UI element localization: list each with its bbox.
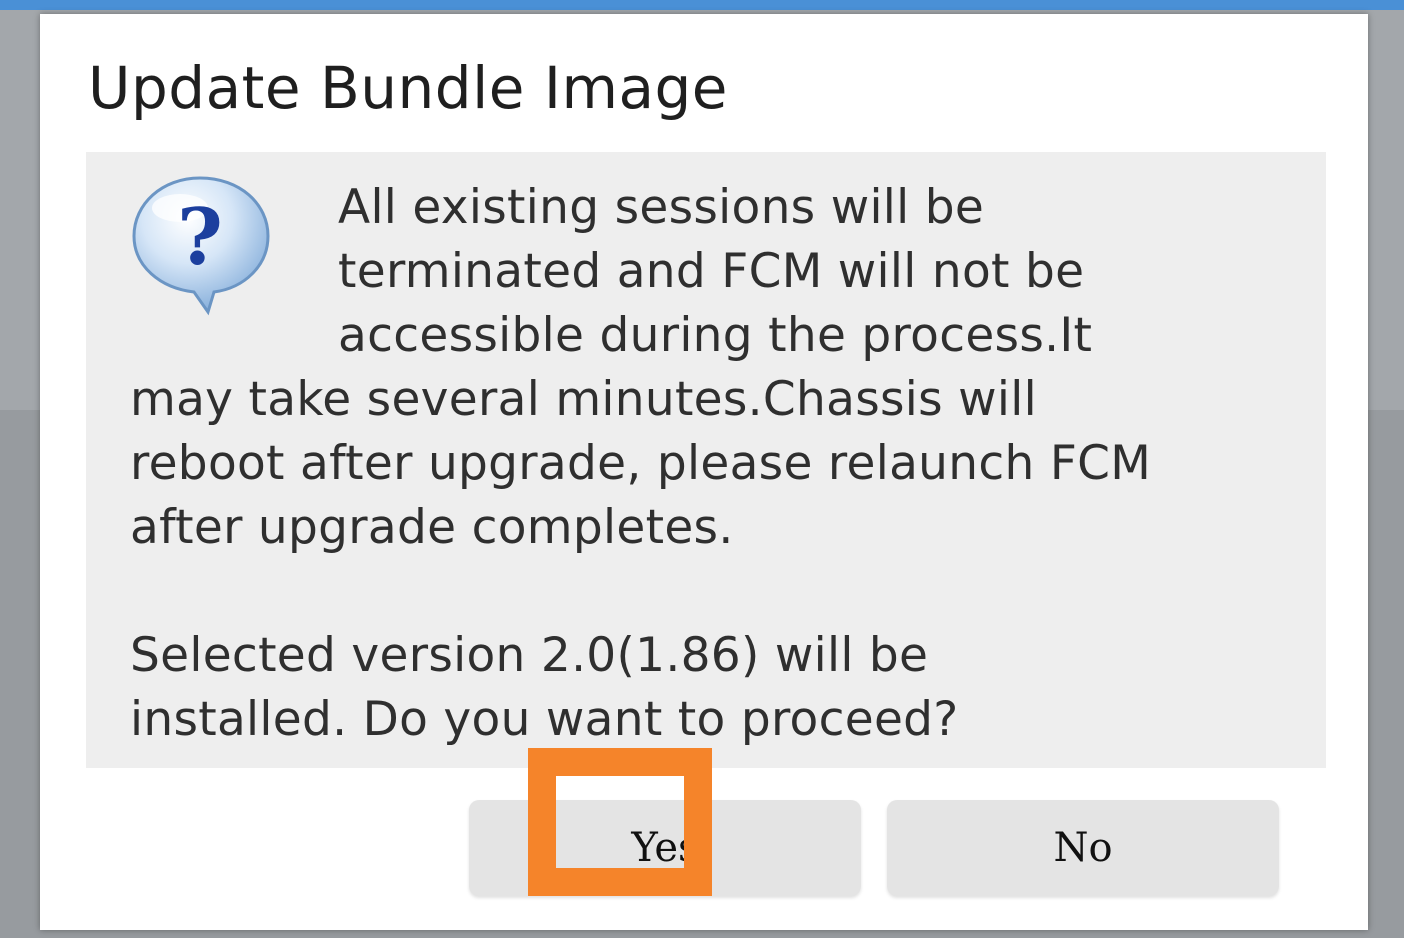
message-line: All existing sessions will be: [338, 180, 985, 235]
dialog-button-bar: Yes No: [40, 784, 1368, 904]
yes-button[interactable]: Yes: [469, 800, 861, 896]
message-line: after upgrade completes.: [130, 500, 734, 555]
svg-text:?: ?: [177, 192, 223, 283]
dialog-title: Update Bundle Image: [88, 54, 728, 122]
question-bubble-icon: ?: [128, 172, 272, 318]
message-line: reboot after upgrade, please relaunch FC…: [130, 436, 1152, 491]
message-line: may take several minutes.Chassis will: [130, 372, 1037, 427]
message-line: installed. Do you want to proceed?: [130, 692, 959, 747]
message-line: accessible during the process.It: [338, 308, 1093, 363]
message-line: Selected version 2.0(1.86) will be: [130, 628, 929, 683]
background-header-bar: [0, 0, 1404, 10]
message-panel: ? All existing sessions will be terminat…: [86, 152, 1326, 768]
no-button[interactable]: No: [887, 800, 1279, 896]
message-line: terminated and FCM will not be: [338, 244, 1085, 299]
update-bundle-image-dialog: Update Bundle Image ? All existing sessi…: [40, 14, 1368, 930]
